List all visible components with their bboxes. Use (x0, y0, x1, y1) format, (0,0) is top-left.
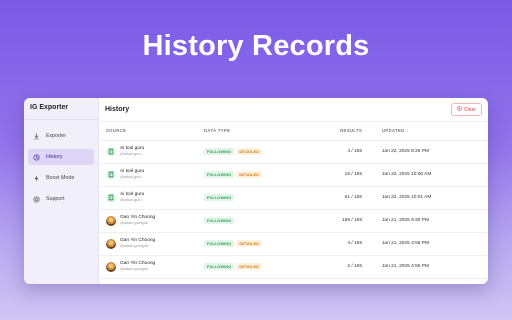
hero-title: History Records (142, 30, 370, 62)
data-type-badge: DETAILED (236, 263, 263, 270)
data-type-cell: FOLLOWING (204, 186, 296, 210)
results-cell: 4 / 155 (296, 140, 368, 164)
sidebar-item-label: Support (46, 196, 65, 202)
column-header-results: RESULTS (296, 122, 368, 141)
table-header-row: SOURCE DATA TYPE RESULTS UPDATED ↓ (99, 122, 488, 141)
sidebar-nav: Exporter History Boost Mode Support (24, 120, 98, 207)
source-cell: Gan Yin Choong @adam.goldgrid (99, 232, 204, 256)
ig-icon (106, 169, 116, 180)
sidebar-item-label: Boost Mode (46, 175, 75, 181)
bolt-icon (33, 175, 40, 182)
data-type-badge: DETAILED (236, 171, 263, 178)
clear-button[interactable]: Clear (451, 103, 482, 116)
updated-cell: Jan 21, 2025 4:55 PM (368, 255, 488, 279)
sidebar-item-label: History (46, 154, 63, 160)
column-header-data-type: DATA TYPE (204, 122, 296, 141)
source-handle: @adam.goldgrid (120, 221, 148, 225)
sidebar-item-history[interactable]: History (28, 149, 94, 165)
source-cell: Ai tool guru @aitool.guru (99, 140, 204, 164)
data-type-badge: FOLLOWING (204, 171, 235, 178)
column-header-updated[interactable]: UPDATED ↓ (368, 122, 488, 141)
table-row[interactable]: Gan Yin Choong @adam.goldgrid FOLLOWING D… (99, 255, 488, 279)
sidebar-item-exporter[interactable]: Exporter (28, 128, 94, 144)
results-cell: 4 / 159 (296, 232, 368, 256)
download-icon (33, 132, 40, 140)
source-cell: Ai tool guru @aitool.guru (99, 163, 204, 187)
data-type-cell: FOLLOWING DETAILED (204, 232, 296, 256)
ig-icon (106, 146, 116, 157)
data-type-cell: FOLLOWING (204, 209, 296, 233)
table-row[interactable]: Gan Yin Choong @adam.goldgrid FOLLOWING D… (99, 232, 488, 256)
data-type-badge: FOLLOWING (204, 194, 235, 201)
data-type-badge: FOLLOWING (204, 217, 235, 224)
source-handle: @adam.goldgrid (120, 267, 148, 271)
table-row[interactable]: Ai tool guru @aitool.guru FOLLOWING DETAI… (99, 163, 488, 187)
updated-cell: Jan 21, 2025 9:30 PM (368, 209, 488, 233)
updated-cell: Jan 22, 2025 8:25 PM (368, 140, 488, 164)
page-title: History (105, 106, 130, 113)
data-type-cell: FOLLOWING DETAILED (204, 163, 296, 187)
data-type-badge: FOLLOWING (204, 240, 235, 247)
source-handle: @adam.goldgrid (120, 244, 148, 248)
app-name: IG Exporter (24, 104, 98, 120)
table-row[interactable]: Gan Yin Choong @adam.goldgrid FOLLOWING … (99, 209, 488, 233)
source-cell: Gan Yin Choong @adam.goldgrid (99, 209, 204, 233)
results-cell: 159 / 159 (296, 209, 368, 233)
sidebar: IG Exporter Exporter History Boost Mode (24, 98, 99, 284)
sidebar-item-boost-mode[interactable]: Boost Mode (28, 170, 94, 186)
source-cell: Ai tool guru @aitool.guru (99, 186, 204, 210)
data-type-cell: FOLLOWING DETAILED (204, 255, 296, 279)
source-handle: @aitool.guru (120, 198, 142, 202)
table-row[interactable]: Ai tool guru @aitool.guru FOLLOWING DETAI… (99, 140, 488, 164)
app-window: IG Exporter Exporter History Boost Mode (24, 98, 488, 284)
clock-icon (33, 153, 40, 161)
data-type-badge: FOLLOWING (204, 263, 235, 270)
help-icon (33, 195, 40, 203)
source-cell: Gan Yin Choong @adam.goldgrid (99, 255, 204, 279)
main-panel: History Clear SOURCE DATA TYPE RESULTS U… (99, 98, 488, 284)
results-cell: 61 / 155 (296, 186, 368, 210)
data-type-badge: DETAILED (236, 148, 263, 155)
sidebar-item-support[interactable]: Support (28, 191, 94, 207)
avatar (106, 238, 116, 249)
updated-cell: Jan 22, 2025 10:06 AM (368, 163, 488, 187)
clear-button-label: Clear (464, 106, 476, 113)
avatar (106, 215, 116, 226)
history-table: SOURCE DATA TYPE RESULTS UPDATED ↓ Ai to… (99, 122, 488, 279)
results-cell: 15 / 155 (296, 163, 368, 187)
results-cell: 2 / 155 (296, 255, 368, 279)
main-header: History Clear (99, 98, 488, 122)
column-header-source: SOURCE (99, 122, 204, 141)
data-type-badge: DETAILED (236, 240, 263, 247)
source-handle: @aitool.guru (120, 152, 142, 156)
sidebar-item-label: Exporter (46, 133, 67, 139)
data-type-cell: FOLLOWING DETAILED (204, 140, 296, 164)
data-type-badge: FOLLOWING (204, 148, 235, 155)
updated-cell: Jan 21, 2025 4:56 PM (368, 232, 488, 256)
avatar (106, 261, 116, 272)
updated-cell: Jan 22, 2025 10:01 AM (368, 186, 488, 210)
table-row[interactable]: Ai tool guru @aitool.guru FOLLOWING 61 /… (99, 186, 488, 210)
source-handle: @aitool.guru (120, 175, 142, 179)
ig-icon (106, 192, 116, 203)
close-icon (457, 106, 462, 113)
